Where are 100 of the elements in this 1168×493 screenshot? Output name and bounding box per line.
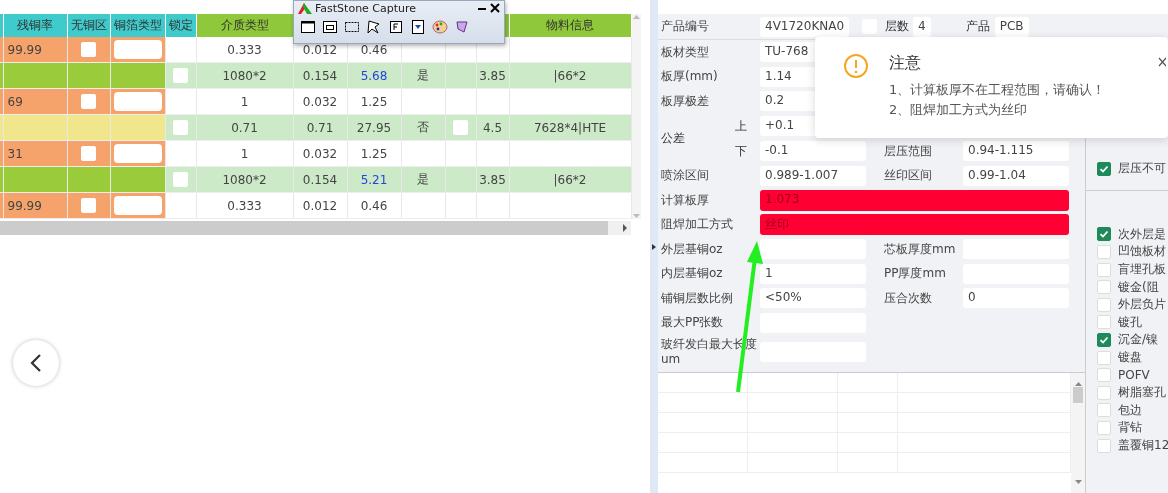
table-cell-text: 1080*2: [222, 68, 267, 83]
field-label: 上: [734, 117, 748, 135]
freehand-icon[interactable]: [366, 19, 382, 35]
fullscreen-icon[interactable]: [388, 19, 404, 35]
field-label: 板厚极差: [660, 92, 710, 110]
notice-text: 2、阻焊加工方式为丝印: [889, 101, 1029, 119]
window-object-icon[interactable]: [322, 19, 338, 35]
scroll-down-icon[interactable]: [632, 213, 640, 219]
table-cell-text: 1.25: [360, 146, 388, 161]
table-cell-text: 0.032: [302, 146, 338, 161]
option-label: 次外层是: [1118, 225, 1166, 243]
option-label: 盖覆铜12: [1118, 437, 1168, 454]
input-field[interactable]: [113, 40, 162, 59]
option-label: 镀金(阻: [1118, 278, 1159, 296]
input-field[interactable]: -0.1: [760, 141, 866, 161]
option-label: 包边: [1118, 401, 1142, 419]
table-cell-text: 0.46: [360, 42, 388, 57]
checkbox[interactable]: [81, 198, 96, 213]
field-label: 层压范围: [883, 142, 933, 160]
input-field[interactable]: 0: [963, 288, 1069, 309]
field-label: 层数: [885, 18, 910, 35]
field-label: 阻焊加工方式: [660, 216, 734, 234]
grid-cell: [838, 373, 898, 393]
table-cell-text: 0.71: [231, 120, 258, 135]
option-label: 沉金/镍: [1118, 331, 1159, 349]
checkbox[interactable]: [173, 68, 188, 83]
table-cell-text: 0.46: [360, 198, 388, 213]
option-label: 凹蚀板材: [1118, 243, 1166, 261]
checkbox[interactable]: [173, 120, 188, 135]
field-label: 芯板厚度mm: [883, 240, 957, 258]
checkbox[interactable]: [81, 94, 96, 109]
option-label: POFV: [1118, 368, 1150, 383]
table-cell-text: |66*2: [553, 172, 587, 187]
input-field[interactable]: [113, 196, 162, 215]
input-field[interactable]: PCB: [994, 16, 1029, 37]
table-cell-text: 否: [417, 120, 429, 134]
horizontal-scrollbar[interactable]: [0, 221, 631, 235]
toolbar-title: FastStone Capture: [315, 1, 418, 15]
table-cell-text: 3.85: [479, 172, 506, 187]
input-field[interactable]: 4: [913, 16, 931, 37]
close-icon[interactable]: [1158, 57, 1166, 67]
checkbox[interactable]: [1097, 161, 1111, 176]
input-field[interactable]: 0.99-1.04: [963, 165, 1069, 186]
rectangle-icon[interactable]: [344, 19, 360, 35]
editor-icon[interactable]: [454, 19, 470, 35]
checkbox[interactable]: [81, 146, 96, 161]
table-cell-text: 0.333: [227, 198, 262, 213]
field-label: 计算板厚: [660, 191, 710, 209]
field-label: 公差: [660, 130, 686, 147]
input-field[interactable]: [760, 239, 866, 260]
table-cell-text: 31: [7, 146, 23, 161]
option-label: 镀盘: [1118, 349, 1142, 367]
table-cell-text: 69: [7, 94, 23, 109]
column-header: 残铜率: [17, 18, 53, 32]
table-cell-text: 99.99: [7, 42, 42, 57]
column-header: 物料信息: [546, 18, 594, 32]
collapse-icon[interactable]: [652, 243, 656, 250]
input-field[interactable]: [113, 92, 162, 111]
close-icon[interactable]: [490, 3, 500, 13]
back-button[interactable]: [13, 340, 59, 386]
checkbox[interactable]: [81, 42, 96, 57]
field-label: 产品: [965, 18, 990, 35]
table-cell-text: 27.95: [356, 120, 392, 135]
field-label: 压合次数: [883, 289, 933, 307]
notice-text: 1、计算板厚不在工程范围，请确认！: [889, 81, 1106, 99]
table-cell-text: 1: [240, 146, 249, 161]
scroll-capture-icon[interactable]: [410, 19, 426, 35]
input-field[interactable]: <50%: [760, 288, 866, 309]
field-label: 最大PP张数: [660, 314, 725, 332]
field-label: 板厚(mm): [660, 68, 719, 86]
checkbox[interactable]: [1097, 227, 1111, 242]
column-header: 介质类型: [220, 18, 269, 32]
input-field[interactable]: 1: [760, 263, 866, 284]
table-cell-text: 1.25: [360, 94, 388, 109]
window-icon[interactable]: [300, 19, 316, 35]
input-field[interactable]: 4V1720KNA0: [760, 16, 850, 37]
option-label: 背钻: [1118, 419, 1142, 437]
checkbox[interactable]: [1097, 332, 1111, 347]
table-cell-text: 5.21: [360, 172, 388, 187]
field-label: 下: [734, 142, 748, 160]
table-cell-text: 是: [417, 68, 429, 82]
table-cell-text: 0.71: [306, 120, 334, 135]
palette-icon[interactable]: [432, 19, 448, 35]
input-field[interactable]: 0.94-1.115: [963, 141, 1069, 161]
scroll-right-icon[interactable]: [622, 224, 628, 232]
input-field[interactable]: 0.989-1.007: [760, 165, 866, 186]
table-cell-text: 1: [240, 94, 249, 109]
scroll-up-icon[interactable]: [632, 14, 640, 20]
scroll-down-icon[interactable]: [1074, 479, 1082, 485]
table-cell-text: |66*2: [553, 68, 587, 83]
table-cell-text: 1080*2: [222, 172, 267, 187]
checkbox[interactable]: [173, 172, 188, 187]
table-cell-text: 4.5: [482, 120, 503, 135]
input-field[interactable]: [113, 144, 162, 163]
checkbox[interactable]: [453, 120, 468, 135]
option-label: 外层负片: [1118, 296, 1166, 314]
field-label: PP厚度mm: [883, 265, 947, 283]
field-label: 外层基铜oz: [660, 240, 724, 258]
scrollbar-thumb[interactable]: [1073, 387, 1083, 403]
field-label: 喷涂区间: [660, 167, 710, 185]
